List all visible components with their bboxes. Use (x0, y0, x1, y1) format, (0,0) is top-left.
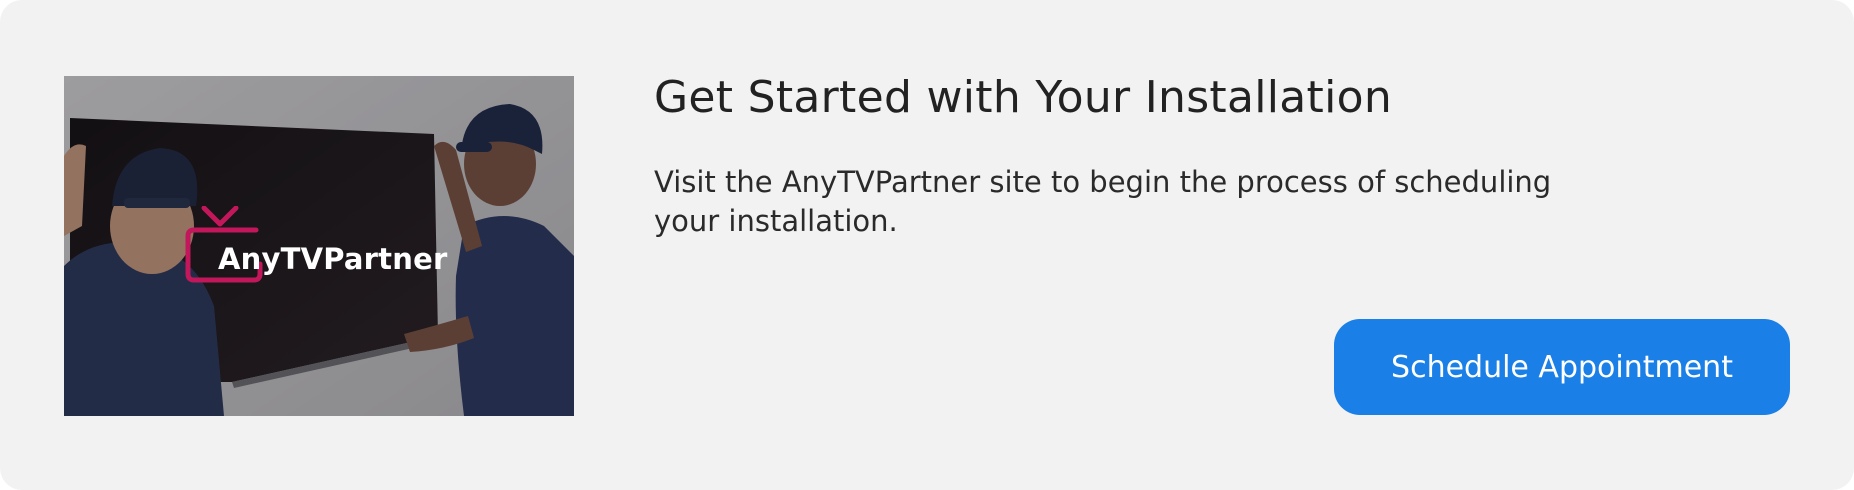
installation-card: AnyTVPartner Get Started with Your Insta… (0, 0, 1854, 490)
schedule-appointment-button[interactable]: Schedule Appointment (1334, 319, 1790, 415)
page-title: Get Started with Your Installation (654, 72, 1393, 123)
hero-image: AnyTVPartner (64, 76, 574, 416)
brand-logo: AnyTVPartner (184, 206, 524, 296)
description-text: Visit the AnyTVPartner site to begin the… (654, 165, 1552, 238)
brand-name: AnyTVPartner (218, 242, 448, 276)
